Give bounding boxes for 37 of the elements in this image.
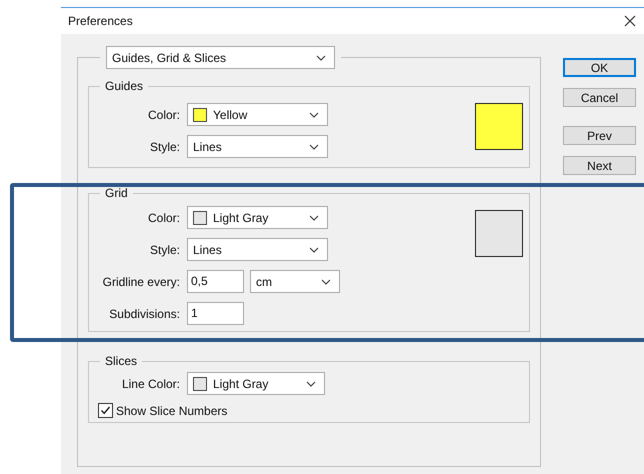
input-field[interactable]: 1 [187, 302, 244, 325]
dialog-button[interactable]: Next [563, 156, 636, 175]
check-icon [100, 405, 111, 416]
field-label: Subdivisions: [108, 306, 180, 320]
caret-icon [309, 144, 319, 150]
input-field[interactable]: 0,5 [187, 270, 244, 293]
dropdown[interactable]: Lines [187, 238, 328, 261]
field-label: Style: [148, 140, 180, 154]
close-icon[interactable] [624, 15, 636, 27]
caret-icon [309, 112, 319, 118]
dialog-button[interactable]: Cancel [563, 88, 636, 107]
checkbox-label[interactable]: Show Slice Numbers [116, 404, 228, 418]
dropdown[interactable]: Lines [187, 135, 328, 158]
dialog-button[interactable]: OK [563, 58, 636, 77]
group-title: Slices [104, 354, 138, 368]
dropdown[interactable]: Light Gray [187, 372, 325, 395]
field-label: Color: [146, 108, 180, 122]
field-label: Line Color: [120, 376, 180, 390]
field-label: Style: [148, 242, 180, 256]
caret-icon [316, 54, 326, 60]
group-title: Guides [104, 79, 144, 93]
dropdown[interactable]: Yellow [187, 103, 328, 126]
caret-icon [321, 278, 331, 284]
caret-icon [306, 380, 316, 386]
dialog-button[interactable]: Prev [563, 126, 636, 145]
field-label: Gridline every: [102, 274, 180, 288]
caret-icon [309, 246, 319, 252]
color-preview[interactable] [475, 103, 523, 150]
window-title: Preferences [68, 14, 133, 28]
group-title: Grid [104, 186, 129, 200]
dropdown[interactable]: Light Gray [187, 206, 328, 229]
color-preview[interactable] [475, 210, 523, 257]
field-label: Color: [146, 210, 180, 224]
unit-dropdown[interactable]: cm [250, 270, 340, 293]
category-dropdown[interactable]: Guides, Grid & Slices [106, 46, 335, 69]
checkbox[interactable] [98, 403, 113, 418]
caret-icon [309, 214, 319, 220]
